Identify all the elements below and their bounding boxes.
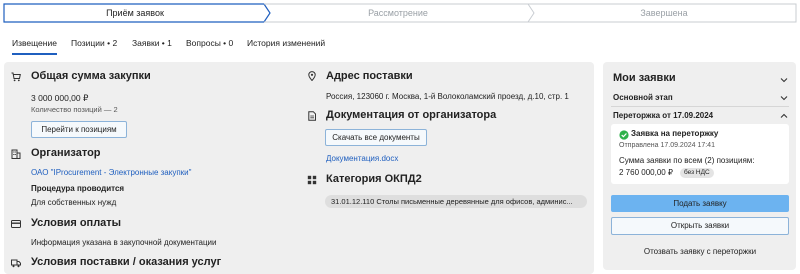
address-title: Адрес поставки xyxy=(326,70,413,82)
chevron-down-icon[interactable] xyxy=(780,94,788,102)
docs-file-link[interactable]: Документация.docx xyxy=(326,154,398,163)
open-bids-button[interactable]: Открыть заявки xyxy=(611,217,789,235)
my-bids-title: Мои заявки xyxy=(613,72,676,84)
bid-card: Заявка на переторжку Отправлена 17.09.20… xyxy=(611,124,789,184)
main-stage-label[interactable]: Основной этап xyxy=(613,93,673,102)
check-circle-icon xyxy=(619,130,629,140)
tab-positions[interactable]: Позиции • 2 xyxy=(71,33,117,55)
truck-icon xyxy=(11,258,21,268)
address-text: Россия, 123060 г. Москва, 1-й Волоколамс… xyxy=(326,92,569,101)
total-amount: 3 000 000,00 ₽ xyxy=(31,93,89,103)
step-finished: Завершена xyxy=(640,8,688,18)
step-review: Рассмотрение xyxy=(368,8,428,18)
payment-title: Условия оплаты xyxy=(31,217,122,229)
okpd-chip: 31.01.12.110 Столы письменные деревянные… xyxy=(325,195,587,208)
total-title: Общая сумма закупки xyxy=(31,70,151,82)
vat-badge: без НДС xyxy=(680,168,714,178)
goto-positions-button[interactable]: Перейти к позициям xyxy=(31,121,127,138)
organizer-link[interactable]: ОАО "IProcurement - Электронные закупки" xyxy=(31,168,191,177)
divider xyxy=(611,106,789,107)
bid-status: Заявка на переторжку xyxy=(631,129,719,138)
bid-sum-label: Сумма заявки по всем (2) позициям: xyxy=(619,156,755,165)
procedure-value: Для собственных нужд xyxy=(31,198,117,207)
positions-count: Количество позиций — 2 xyxy=(31,105,118,114)
okpd-title: Категория ОКПД2 xyxy=(326,173,422,185)
withdraw-bid-link[interactable]: Отозвать заявку с переторжки xyxy=(611,247,789,256)
delivery-terms-title: Условия поставки / оказания услуг xyxy=(31,256,222,268)
location-pin-icon xyxy=(307,71,317,81)
card-icon xyxy=(11,219,21,229)
my-bids-panel: Мои заявки Основной этап Переторжка от 1… xyxy=(603,62,796,270)
procedure-label: Процедура проводится xyxy=(31,184,125,193)
tab-history[interactable]: История изменений xyxy=(247,33,325,55)
building-icon xyxy=(11,149,21,159)
tab-notice[interactable]: Извещение xyxy=(12,33,57,55)
tab-questions[interactable]: Вопросы • 0 xyxy=(186,33,233,55)
tabs-bar: Извещение Позиции • 2 Заявки • 1 Вопросы… xyxy=(0,33,800,55)
payment-text: Информация указана в закупочной документ… xyxy=(31,238,217,247)
download-all-button[interactable]: Скачать все документы xyxy=(325,129,427,146)
tab-bids[interactable]: Заявки • 1 xyxy=(132,33,172,55)
retrade-label[interactable]: Переторжка от 17.09.2024 xyxy=(613,111,713,120)
organizer-title: Организатор xyxy=(31,147,101,159)
notice-panel: Общая сумма закупки 3 000 000,00 ₽ Колич… xyxy=(4,62,594,274)
document-icon xyxy=(307,111,317,121)
cart-icon xyxy=(11,72,21,82)
category-icon xyxy=(307,175,317,185)
chevron-up-icon[interactable] xyxy=(780,112,788,120)
submit-bid-button[interactable]: Подать заявку xyxy=(611,195,789,212)
step-reception: Приём заявок xyxy=(106,8,164,18)
docs-title: Документация от организатора xyxy=(326,109,497,121)
bid-sent-date: Отправлена 17.09.2024 17:41 xyxy=(619,142,715,149)
chevron-down-icon[interactable] xyxy=(780,76,788,84)
bid-sum-value: 2 760 000,00 ₽ xyxy=(619,168,674,177)
stage-stepper: Приём заявок Рассмотрение Завершена xyxy=(0,0,800,26)
